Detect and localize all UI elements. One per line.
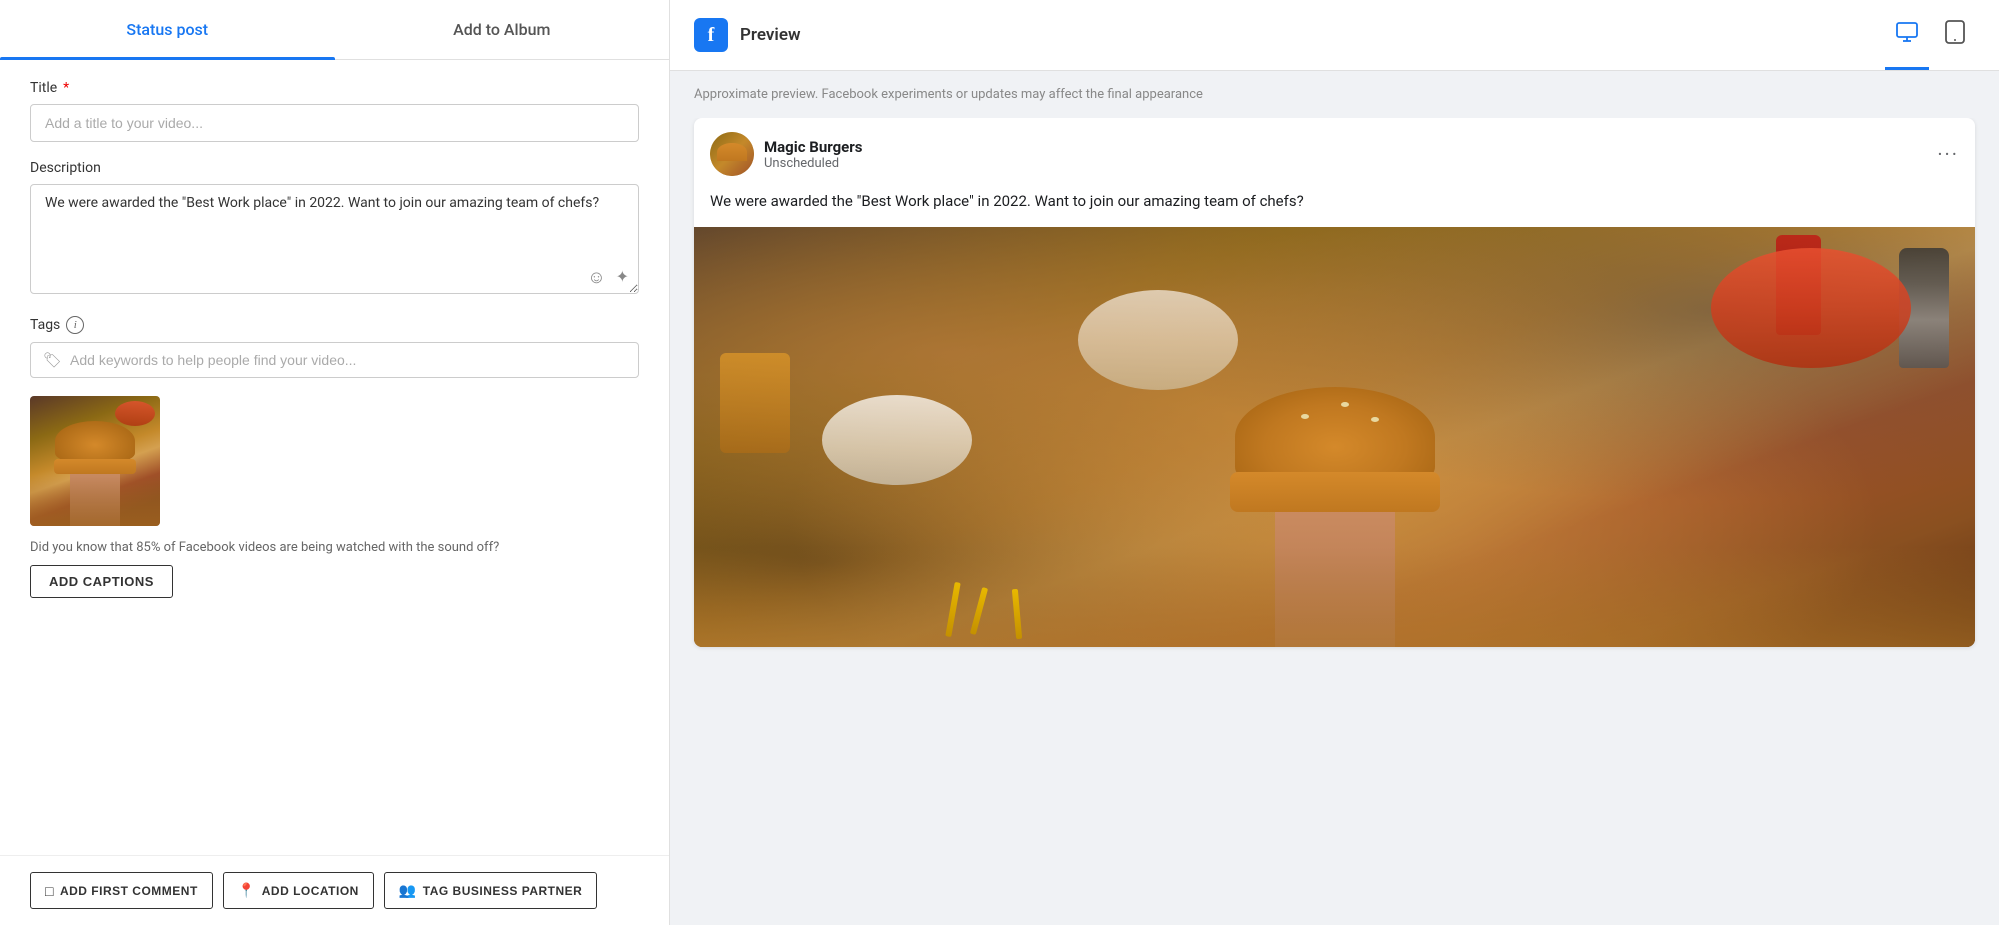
preview-header: f Preview: [670, 0, 1999, 71]
comment-icon: □: [45, 883, 54, 899]
tags-group: Tags i 🏷: [30, 316, 639, 378]
right-panel: f Preview Approximate preview. Facebook …: [670, 0, 1999, 925]
add-location-button[interactable]: 📍 ADD LOCATION: [223, 872, 374, 909]
video-thumbnail: [30, 396, 160, 526]
preview-device-icons: [1885, 14, 1975, 56]
red-plate: [1711, 248, 1911, 368]
tip-text: Did you know that 85% of Facebook videos…: [30, 540, 639, 555]
mobile-icon[interactable]: [1935, 14, 1975, 56]
add-captions-button[interactable]: ADD CAPTIONS: [30, 565, 173, 598]
facebook-post-card: Magic Burgers Unscheduled ··· We were aw…: [694, 118, 1975, 647]
preview-content: Magic Burgers Unscheduled ··· We were aw…: [670, 118, 1999, 925]
add-first-comment-label: ADD FIRST COMMENT: [60, 884, 198, 898]
description-textarea[interactable]: We were awarded the "Best Work place" in…: [30, 184, 639, 294]
burger-visual: [694, 227, 1975, 647]
people-icon: 👥: [399, 882, 417, 899]
title-input[interactable]: [30, 104, 639, 142]
author-status: Unscheduled: [764, 156, 862, 171]
left-panel: Status post Add to Album Title* Descript…: [0, 0, 670, 925]
post-text: We were awarded the "Best Work place" in…: [694, 190, 1975, 227]
textarea-icons: ☺ ✦: [587, 267, 629, 288]
add-location-label: ADD LOCATION: [262, 884, 359, 898]
tab-status-post[interactable]: Status post: [0, 0, 335, 59]
white-bowl: [1078, 290, 1238, 390]
seed1: [1301, 414, 1309, 419]
author-avatar: [710, 132, 754, 176]
add-first-comment-button[interactable]: □ ADD FIRST COMMENT: [30, 872, 213, 909]
tab-add-to-album[interactable]: Add to Album: [335, 0, 670, 59]
seed3: [1371, 417, 1379, 422]
required-star: *: [63, 80, 69, 96]
preview-title: Preview: [740, 25, 801, 45]
drink-glass: [720, 353, 790, 453]
post-author: Magic Burgers Unscheduled: [710, 132, 862, 176]
facebook-icon: f: [694, 18, 728, 52]
thumb-inner: [30, 396, 160, 526]
author-name: Magic Burgers: [764, 138, 862, 156]
preview-title-group: f Preview: [694, 18, 801, 52]
bun-bottom: [1230, 472, 1440, 512]
author-info: Magic Burgers Unscheduled: [764, 138, 862, 171]
tags-input-wrapper[interactable]: 🏷: [30, 342, 639, 378]
post-image: [694, 227, 1975, 647]
magic-icon[interactable]: ✦: [616, 267, 629, 288]
seed2: [1341, 402, 1349, 407]
white-bowl-2: [822, 395, 972, 485]
tags-info-icon[interactable]: i: [66, 316, 84, 334]
desktop-icon[interactable]: [1885, 14, 1929, 56]
tag-icon: 🏷: [43, 351, 62, 369]
tags-input[interactable]: [70, 352, 626, 368]
location-icon: 📍: [238, 882, 256, 899]
bottom-actions: □ ADD FIRST COMMENT 📍 ADD LOCATION 👥 TAG…: [0, 855, 669, 925]
post-more-options[interactable]: ···: [1937, 142, 1959, 166]
description-group: Description We were awarded the "Best Wo…: [30, 160, 639, 298]
description-label: Description: [30, 160, 639, 176]
tag-business-partner-button[interactable]: 👥 TAG BUSINESS PARTNER: [384, 872, 598, 909]
title-group: Title*: [30, 80, 639, 142]
preview-note: Approximate preview. Facebook experiment…: [670, 71, 1999, 118]
description-wrapper: We were awarded the "Best Work place" in…: [30, 184, 639, 298]
tag-business-partner-label: TAG BUSINESS PARTNER: [423, 884, 583, 898]
fries-area: [694, 547, 1975, 647]
emoji-icon[interactable]: ☺: [587, 267, 605, 288]
form-content: Title* Description We were awarded the "…: [0, 60, 669, 855]
tabs-header: Status post Add to Album: [0, 0, 669, 60]
title-label: Title*: [30, 80, 639, 96]
post-header: Magic Burgers Unscheduled ···: [694, 118, 1975, 190]
tags-label: Tags i: [30, 316, 639, 334]
